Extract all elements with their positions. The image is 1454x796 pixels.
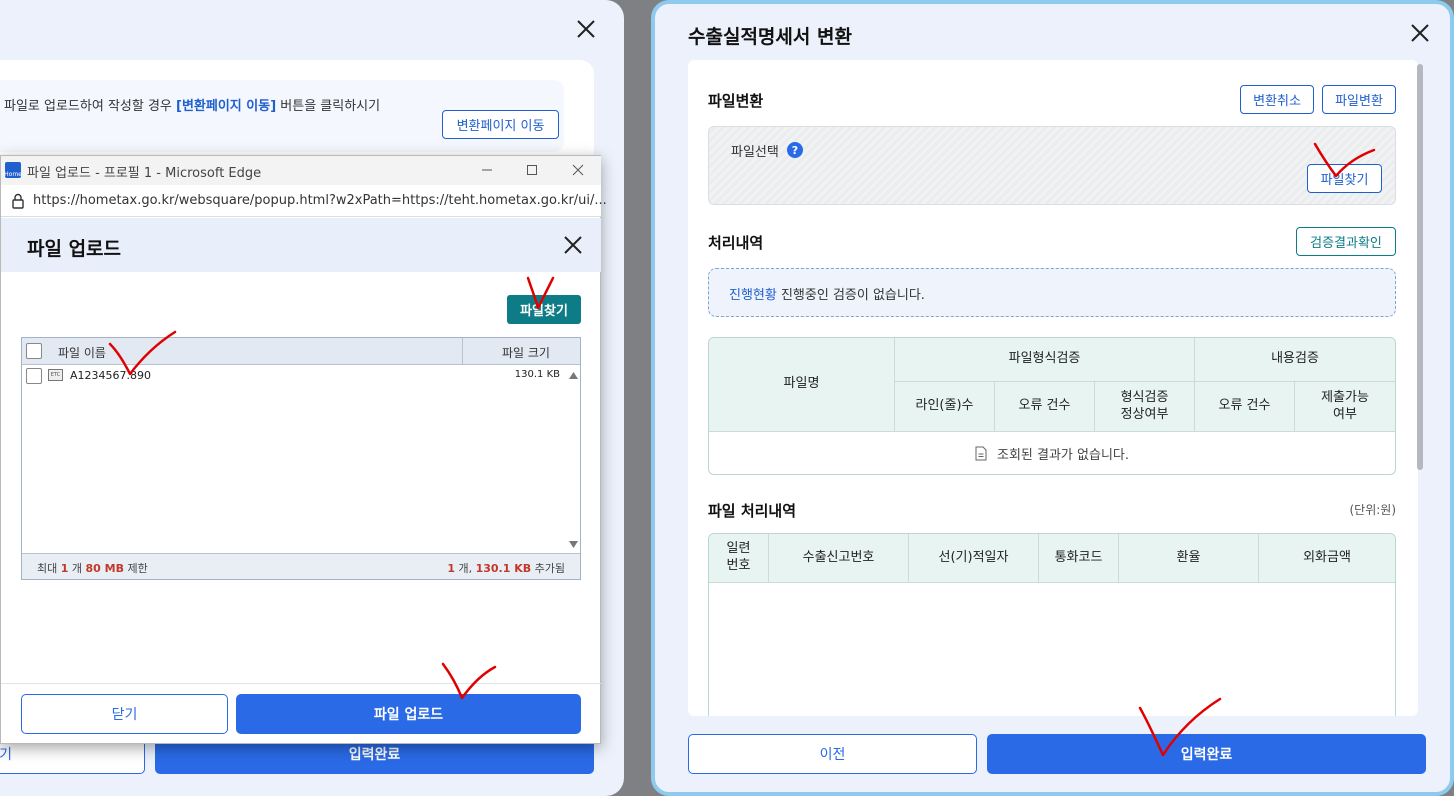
address-bar[interactable]: https://hometax.go.kr/websquare/popup.ht…	[1, 185, 607, 217]
info-text-link: [변환페이지 이동]	[176, 99, 277, 114]
find-file-button[interactable]: 파일찾기	[507, 295, 581, 324]
modal-title: 수출실적명세서 변환	[688, 26, 852, 48]
close-icon[interactable]	[1410, 23, 1430, 43]
column-divider	[462, 338, 463, 365]
lock-icon	[12, 193, 24, 209]
column-group-content: 내용검증	[1195, 338, 1395, 382]
popup-title: 파일 업로드	[27, 238, 122, 260]
move-to-convert-page-button[interactable]: 변환페이지 이동	[442, 110, 559, 139]
empty-result-row: 조회된 결과가 없습니다.	[709, 432, 1395, 474]
prev-button-label: 기	[0, 747, 12, 763]
edge-popup-window: Home 파일 업로드 - 프로필 1 - Microsoft Edge htt…	[0, 155, 607, 744]
table-footer: 최대 1 개 80 MB 제한 1 개, 130.1 KB 추가됨	[22, 553, 580, 579]
help-icon[interactable]: ?	[787, 142, 803, 158]
file-select-area: 파일선택 ? 파일찾기	[708, 126, 1396, 205]
prev-button[interactable]: 이전	[688, 734, 977, 774]
limit-suffix: 제한	[124, 562, 148, 575]
window-titlebar: Home 파일 업로드 - 프로필 1 - Microsoft Edge	[1, 156, 601, 185]
unit-label: (단위:원)	[1349, 503, 1396, 517]
progress-message: 진행중인 검증이 없습니다.	[776, 288, 925, 303]
added-count: 1	[447, 562, 455, 575]
file-select-label: 파일선택	[731, 145, 779, 160]
favicon-text: Home	[4, 171, 22, 178]
upload-file-button[interactable]: 파일 업로드	[236, 694, 581, 734]
convert-file-button[interactable]: 파일변환	[1322, 85, 1396, 114]
file-icon-label: ETC	[50, 372, 61, 378]
limit-size: 80 MB	[85, 562, 124, 575]
column-header-content-errors: 오류 건수	[1195, 382, 1295, 432]
limit-prefix: 최대	[37, 562, 61, 575]
table-row[interactable]: ETC A1234567.890 130.1 KB	[22, 366, 570, 386]
url-text: https://hometax.go.kr/websquare/popup.ht…	[33, 193, 607, 208]
upload-limit-text: 최대 1 개 80 MB 제한	[37, 560, 148, 576]
scrollbar-thumb[interactable]	[1417, 64, 1423, 470]
file-icon: ETC	[48, 369, 63, 381]
info-text-prefix: 파일로 업로드하여 작성할 경우	[4, 99, 177, 114]
find-file-button[interactable]: 파일찾기	[1307, 164, 1382, 193]
modal-body: 파일변환 변환취소 파일변환 파일선택 ? 파일찾기 처리내역 검증결과확인 진…	[688, 60, 1418, 716]
scroll-down-arrow-icon	[569, 541, 578, 548]
table-header: 파일 이름 파일 크기	[22, 338, 580, 365]
column-header-foreign-amount: 외화금액	[1259, 534, 1395, 583]
column-header-ship-date: 선(기)적일자	[909, 534, 1039, 583]
added-files-text: 1 개, 130.1 KB 추가됨	[447, 560, 565, 576]
file-history-table: 일련 번호 수출신고번호 선(기)적일자 통화코드 환율 외화금액	[708, 533, 1396, 716]
help-icon-glyph: ?	[791, 143, 799, 157]
scroll-up-arrow-icon	[569, 372, 578, 379]
input-complete-button[interactable]: 입력완료	[987, 734, 1426, 774]
added-suffix: 추가됨	[531, 562, 565, 575]
file-list-table: 파일 이름 파일 크기 ETC A1234567.890 130.1 KB 최대…	[21, 337, 581, 580]
progress-status-box: 진행현황 진행중인 검증이 없습니다.	[708, 268, 1396, 317]
info-text-suffix: 버튼을 클릭하시기	[276, 99, 381, 114]
column-header-filename: 파일명	[709, 338, 895, 432]
file-size: 130.1 KB	[514, 369, 560, 380]
column-header-seq: 일련 번호	[709, 534, 769, 583]
progress-label: 진행현황	[729, 288, 777, 303]
maximize-icon[interactable]	[521, 160, 543, 180]
column-header-lines: 라인(줄)수	[895, 382, 995, 432]
section-title-process: 처리내역	[708, 234, 764, 252]
popup-header: 파일 업로드	[1, 218, 601, 272]
column-header-format-ok: 형식검증 정상여부	[1095, 382, 1195, 432]
minimize-icon[interactable]	[476, 160, 498, 180]
verify-result-button[interactable]: 검증결과확인	[1296, 227, 1396, 256]
empty-message: 조회된 결과가 없습니다.	[997, 447, 1129, 463]
column-header-exchange-rate: 환율	[1119, 534, 1259, 583]
limit-mid: 개	[68, 562, 86, 575]
info-text: 파일로 업로드하여 작성할 경우 [변환페이지 이동] 버튼을 클릭하시기	[4, 95, 380, 114]
row-checkbox[interactable]	[26, 368, 42, 384]
export-performance-convert-modal: 수출실적명세서 변환 파일변환 변환취소 파일변환 파일선택 ? 파일찾기 처리…	[651, 0, 1454, 796]
column-header-export-no: 수출신고번호	[769, 534, 909, 583]
progress-text: 진행현황 진행중인 검증이 없습니다.	[729, 284, 925, 303]
column-header-submittable: 제출가능 여부	[1295, 382, 1395, 432]
column-header-format-errors: 오류 건수	[995, 382, 1095, 432]
window-close-icon[interactable]	[567, 160, 589, 180]
column-header-currency: 통화코드	[1039, 534, 1119, 583]
column-header-name: 파일 이름	[58, 346, 106, 360]
section-title-file-history: 파일 처리내역	[708, 502, 797, 520]
added-mid: 개,	[454, 562, 476, 575]
cancel-convert-button[interactable]: 변환취소	[1240, 85, 1314, 114]
close-button[interactable]: 닫기	[21, 694, 228, 734]
hometax-favicon-icon: Home	[4, 162, 22, 178]
divider	[1, 683, 601, 684]
validation-table: 파일명 파일형식검증 내용검증 라인(줄)수 오류 건수 형식검증 정상여부 오…	[708, 337, 1396, 475]
close-icon[interactable]	[563, 235, 583, 255]
window-title: 파일 업로드 - 프로필 1 - Microsoft Edge	[27, 166, 262, 181]
section-title-file-convert: 파일변환	[708, 92, 764, 110]
close-icon[interactable]	[576, 19, 596, 39]
added-size: 130.1 KB	[475, 562, 532, 575]
scrollbar[interactable]	[567, 366, 580, 552]
select-all-checkbox[interactable]	[26, 343, 42, 359]
column-group-format: 파일형식검증	[895, 338, 1195, 382]
column-header-size: 파일 크기	[502, 346, 550, 360]
file-name: A1234567.890	[70, 369, 152, 382]
document-icon	[975, 446, 987, 460]
